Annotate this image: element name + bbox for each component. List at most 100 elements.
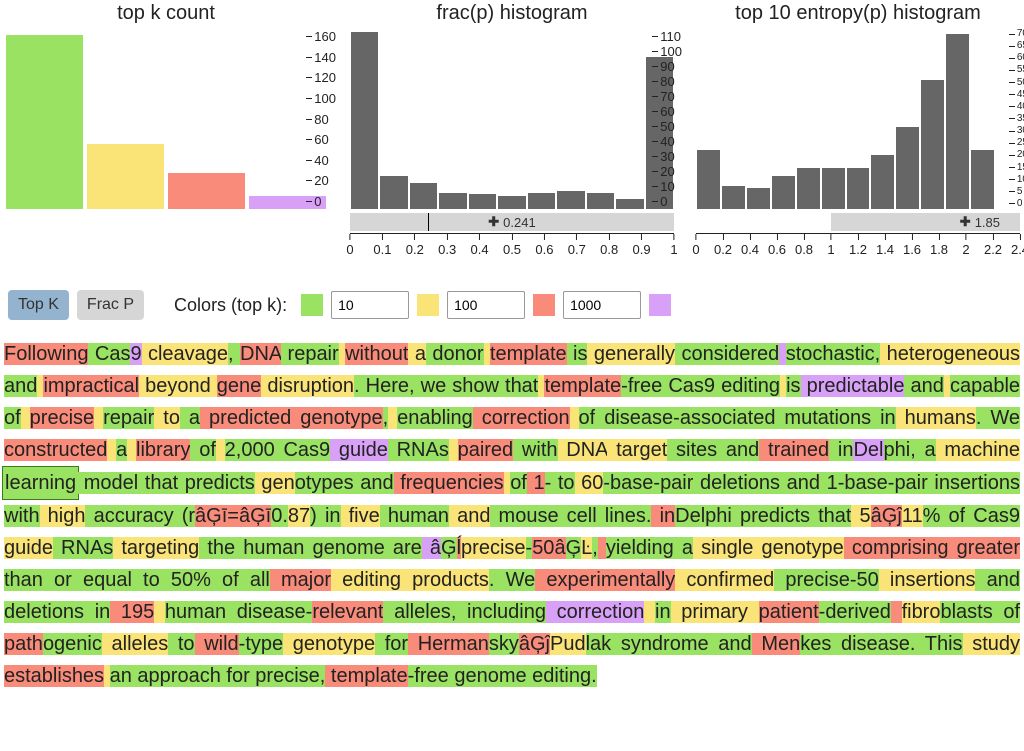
- token[interactable]: genome: [304, 537, 384, 559]
- token[interactable]: precise: [30, 407, 94, 429]
- token[interactable]: establishes: [4, 665, 104, 687]
- token[interactable]: RN: [388, 439, 426, 461]
- chart-slider[interactable]: ✚ 1.85: [831, 213, 1020, 231]
- token[interactable]: to: [168, 633, 194, 655]
- token[interactable]: 50: [532, 537, 554, 559]
- token[interactable]: template: [331, 665, 408, 687]
- token[interactable]: [949, 537, 957, 559]
- token[interactable]: a: [189, 407, 200, 429]
- token[interactable]: lak: [586, 633, 612, 655]
- token[interactable]: without: [345, 343, 408, 365]
- token[interactable]: RN: [53, 537, 90, 559]
- token[interactable]: guide: [339, 439, 388, 461]
- token[interactable]: [195, 633, 205, 655]
- token[interactable]: wild: [204, 633, 238, 655]
- token[interactable]: of: [993, 601, 1020, 623]
- token[interactable]: heterogeneous: [880, 343, 1020, 365]
- token[interactable]: a: [916, 439, 936, 461]
- token[interactable]: genotype: [283, 633, 375, 655]
- token[interactable]: Herman: [418, 633, 489, 655]
- token[interactable]: [759, 439, 768, 461]
- token[interactable]: [180, 407, 189, 429]
- token[interactable]: sky: [489, 633, 519, 655]
- token[interactable]: predicted: [209, 407, 291, 429]
- token[interactable]: a: [116, 439, 127, 461]
- token[interactable]: editing: [331, 569, 401, 591]
- token[interactable]: -: [621, 375, 628, 397]
- token[interactable]: -: [850, 569, 857, 591]
- token[interactable]: of: [510, 472, 527, 494]
- token[interactable]: guide: [4, 537, 53, 559]
- token[interactable]: disease: [226, 601, 306, 623]
- token[interactable]: patient: [759, 601, 819, 623]
- token[interactable]: to: [132, 569, 160, 591]
- token[interactable]: gene: [217, 375, 262, 397]
- token[interactable]: than: [4, 569, 43, 591]
- token[interactable]: human: [165, 601, 226, 623]
- token[interactable]: [107, 439, 116, 461]
- token[interactable]: that: [499, 375, 538, 397]
- token[interactable]: genotype: [291, 407, 382, 429]
- token[interactable]: Following: [4, 343, 88, 365]
- token[interactable]: capable: [950, 375, 1020, 397]
- token[interactable]: and: [717, 439, 759, 461]
- token[interactable]: [21, 407, 30, 429]
- token[interactable]: 1: [820, 472, 838, 494]
- token[interactable]: template: [544, 375, 621, 397]
- token[interactable]: [127, 439, 136, 461]
- token[interactable]: syndrome: [611, 633, 708, 655]
- token[interactable]: This: [915, 633, 962, 655]
- token[interactable]: the: [199, 537, 235, 559]
- token[interactable]: ogenic: [43, 633, 102, 655]
- token[interactable]: gen: [255, 472, 295, 494]
- token[interactable]: 50: [160, 569, 193, 591]
- token[interactable]: Ģ: [530, 633, 546, 655]
- hovered-token[interactable]: learning: [2, 466, 79, 500]
- token[interactable]: path: [4, 633, 43, 655]
- token[interactable]: [801, 375, 807, 397]
- token[interactable]: in: [84, 601, 110, 623]
- token[interactable]: Cas: [275, 439, 319, 461]
- token[interactable]: kes: [800, 633, 831, 655]
- token[interactable]: derived: [825, 601, 891, 623]
- token[interactable]: deletions: [693, 472, 780, 494]
- token[interactable]: equal: [72, 569, 132, 591]
- token[interactable]: [110, 601, 121, 623]
- token[interactable]: study: [963, 633, 1020, 655]
- token[interactable]: cell: [559, 505, 597, 527]
- token[interactable]: including: [456, 601, 546, 623]
- token[interactable]: base: [610, 472, 653, 494]
- token[interactable]: precise: [774, 569, 850, 591]
- token[interactable]: type: [245, 633, 283, 655]
- token[interactable]: â: [519, 633, 530, 655]
- token[interactable]: [473, 407, 482, 429]
- token[interactable]: disease: [595, 407, 673, 429]
- token[interactable]: â: [871, 505, 882, 527]
- token[interactable]: Ģ: [206, 505, 222, 527]
- token[interactable]: [891, 601, 902, 623]
- token[interactable]: alleles: [383, 601, 450, 623]
- token[interactable]: repair: [103, 407, 154, 429]
- token[interactable]: â: [554, 537, 565, 559]
- token[interactable]: 9: [130, 343, 141, 365]
- token[interactable]: [779, 343, 785, 365]
- token[interactable]: predicts: [178, 472, 255, 494]
- token[interactable]: editing: [527, 665, 592, 687]
- token[interactable]: ,: [592, 537, 598, 559]
- token[interactable]: Men: [761, 633, 800, 655]
- token[interactable]: [408, 633, 418, 655]
- token[interactable]: of: [4, 407, 21, 429]
- token[interactable]: in: [829, 439, 853, 461]
- token[interactable]: [154, 601, 165, 623]
- token[interactable]: [644, 601, 655, 623]
- token[interactable]: ochastic: [801, 343, 874, 365]
- token[interactable]: a: [408, 343, 426, 365]
- token[interactable]: Ģ: [441, 537, 457, 559]
- token[interactable]: and: [4, 375, 37, 397]
- token[interactable]: 000: [241, 439, 274, 461]
- token[interactable]: free: [414, 665, 448, 687]
- token[interactable]: or: [43, 569, 72, 591]
- threshold-input-3[interactable]: [563, 291, 641, 319]
- top-k-button[interactable]: Top K: [8, 290, 69, 320]
- token[interactable]: [216, 439, 225, 461]
